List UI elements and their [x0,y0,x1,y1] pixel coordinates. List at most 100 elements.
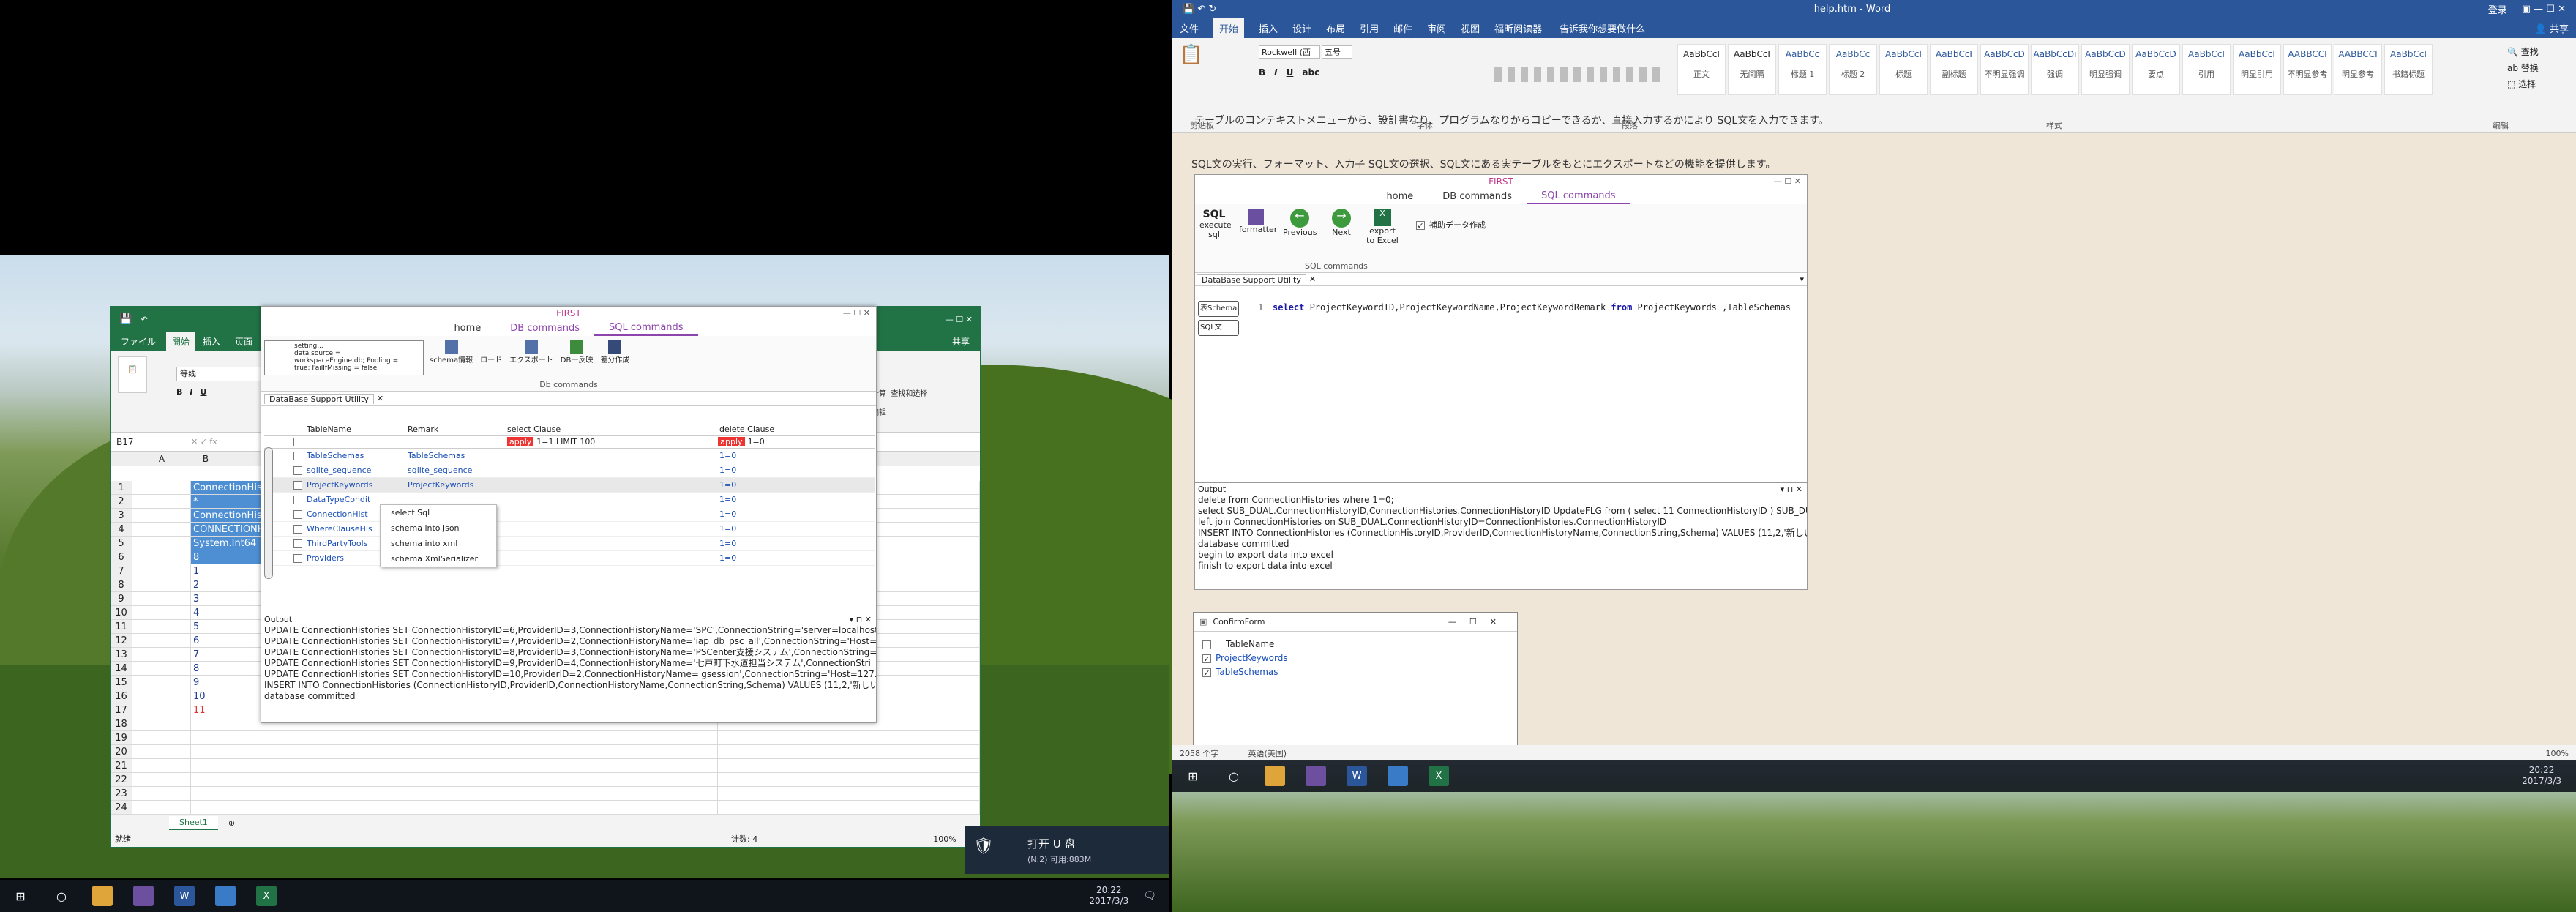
side-scroll-buttons[interactable] [264,447,273,579]
excel-tab-file[interactable]: ファイル [121,335,156,348]
row-delete-clause[interactable]: 1=0 [719,451,736,460]
first-app-icon[interactable] [215,886,236,906]
cell-b[interactable] [191,731,293,745]
menu-schema-xmlserializer[interactable]: schema XmlSerializer [391,551,496,567]
cell-a[interactable] [132,481,191,495]
italic-icon[interactable]: I [190,387,192,397]
word-bold-icon[interactable]: B [1259,67,1265,78]
row-remark[interactable]: ProjectKeywords [408,480,719,490]
confirm-item[interactable]: TableSchemas [1202,665,1508,679]
cell-b[interactable] [191,759,293,773]
cell-a[interactable] [132,592,191,606]
cell-a[interactable] [132,801,191,815]
row-checkbox[interactable] [293,539,302,548]
delete-clause-input[interactable]: 1=0 [745,437,765,446]
word-menu-3[interactable]: 设计 [1292,21,1311,35]
row-delete-clause[interactable]: 1=0 [719,553,736,563]
side-tab-schema[interactable]: 表Schema [1198,301,1240,317]
word-font-select[interactable]: Rockwell (西 [1259,45,1320,59]
col-remark[interactable]: Remark [408,425,507,434]
row-header[interactable]: 4 [111,523,132,537]
first-right-window-controls[interactable]: — ☐ ✕ [1774,176,1801,186]
tab-home[interactable]: home [439,321,495,335]
word-menu-8[interactable]: 视图 [1461,21,1480,35]
util-tab[interactable]: DataBase Support Utility [264,393,374,404]
excel-tab-home[interactable]: 開始 [166,332,196,351]
row-header[interactable]: 19 [111,731,132,745]
aux-data-checkbox[interactable]: 補助データ作成 [1416,219,1486,231]
select-all-checkbox[interactable] [293,438,302,446]
replace-button[interactable]: ab 替换 [2507,60,2539,76]
diff-button[interactable]: 差分作成 [600,340,629,365]
bold-icon[interactable]: B [176,387,182,397]
row-header[interactable]: 14 [111,662,132,676]
cell-right[interactable] [718,787,980,801]
row-header[interactable]: 3 [111,509,132,523]
formatter-button[interactable]: formatter [1239,209,1277,234]
tab-home-right[interactable]: home [1371,190,1428,203]
row-delete-clause[interactable]: 1=0 [719,466,736,475]
style-item[interactable]: AaBbCcI 引用 [2182,44,2231,95]
util-tab-right-menu-icon[interactable]: ▾ [1800,274,1804,284]
menu-select-sql[interactable]: select Sql [391,505,496,520]
row-delete-clause[interactable]: 1=0 [719,480,736,490]
usb-notification[interactable]: 🛡 打开 U 盘 (N:2) 可用:883M [965,826,1169,874]
excel-window-controls[interactable]: — ☐ ✕ [946,315,973,324]
util-tab-right-close-icon[interactable]: ✕ [1309,274,1316,284]
cell-a[interactable] [132,634,191,648]
cell-a[interactable] [132,689,191,703]
word-strike-icon[interactable]: abc [1302,67,1319,78]
cell-right[interactable] [718,773,980,787]
word-menu-6[interactable]: 邮件 [1393,21,1412,35]
export-button[interactable]: エクスポート [509,340,553,365]
word-menu-1[interactable]: 开始 [1213,17,1245,39]
tell-me-input[interactable]: 告诉我你想要做什么 [1560,21,1645,35]
cell-c[interactable] [293,731,718,745]
cell-right[interactable] [718,731,980,745]
cell-a[interactable] [132,620,191,634]
previous-button[interactable]: ← Previous [1283,209,1317,237]
sheet1-tab[interactable]: Sheet1 [169,816,218,830]
word-icon-right[interactable]: W [1347,766,1367,786]
first-app-icon-right[interactable] [1388,766,1408,786]
cell-a[interactable] [132,578,191,592]
row-header[interactable]: 15 [111,676,132,689]
table-row[interactable]: Providers 1=0 [264,551,875,566]
cell-a[interactable] [132,703,191,717]
confirm-select-all[interactable] [1202,640,1211,649]
tab-db-commands[interactable]: DB commands [495,321,594,335]
explorer-icon[interactable] [92,886,113,906]
output-right-close-icon[interactable]: ▾ ⊓ ✕ [1781,485,1802,494]
search-icon-right[interactable]: ○ [1224,766,1244,786]
row-tablename[interactable]: DataTypeCondit [307,495,408,504]
start-icon-right[interactable]: ⊞ [1183,766,1203,786]
word-menu-9[interactable]: 福昕阅读器 [1494,21,1542,35]
style-item[interactable]: AaBbCcI 标题 [1879,44,1928,95]
row-checkbox[interactable] [293,481,302,490]
cell-a[interactable] [132,537,191,550]
app-icon-right[interactable] [1306,766,1326,786]
style-item[interactable]: AaBbCcI 无间隔 [1728,44,1776,95]
cell-a[interactable] [132,773,191,787]
select-clause-input[interactable]: 1=1 LIMIT 100 [533,437,718,446]
excel-font-select[interactable]: 等线 [176,367,272,381]
style-item[interactable]: AaBbCcD 明显强调 [2081,44,2130,95]
word-menu-0[interactable]: 文件 [1180,21,1199,35]
paragraph-tools[interactable] [1494,67,1663,82]
row-header[interactable]: 22 [111,773,132,787]
export-excel-button[interactable]: Xexport to Excel [1366,209,1399,245]
explorer-icon-right[interactable] [1265,766,1285,786]
row-header[interactable]: 13 [111,648,132,662]
next-button[interactable]: → Next [1327,209,1356,237]
cell-a[interactable] [132,648,191,662]
clock-left[interactable]: 20:22 2017/3/3 [1089,885,1128,907]
excel-share[interactable]: 共享 [952,335,970,348]
row-header[interactable]: 20 [111,745,132,759]
row-tablename[interactable]: sqlite_sequence [307,466,408,475]
cell-a[interactable] [132,662,191,676]
word-window-controls[interactable]: ▣ — ☐ ✕ [2522,4,2566,15]
tab-sql-commands-right[interactable]: SQL commands [1527,189,1630,204]
load-button[interactable]: ロード [480,340,502,365]
cell-right[interactable] [718,759,980,773]
cell-c[interactable] [293,759,718,773]
